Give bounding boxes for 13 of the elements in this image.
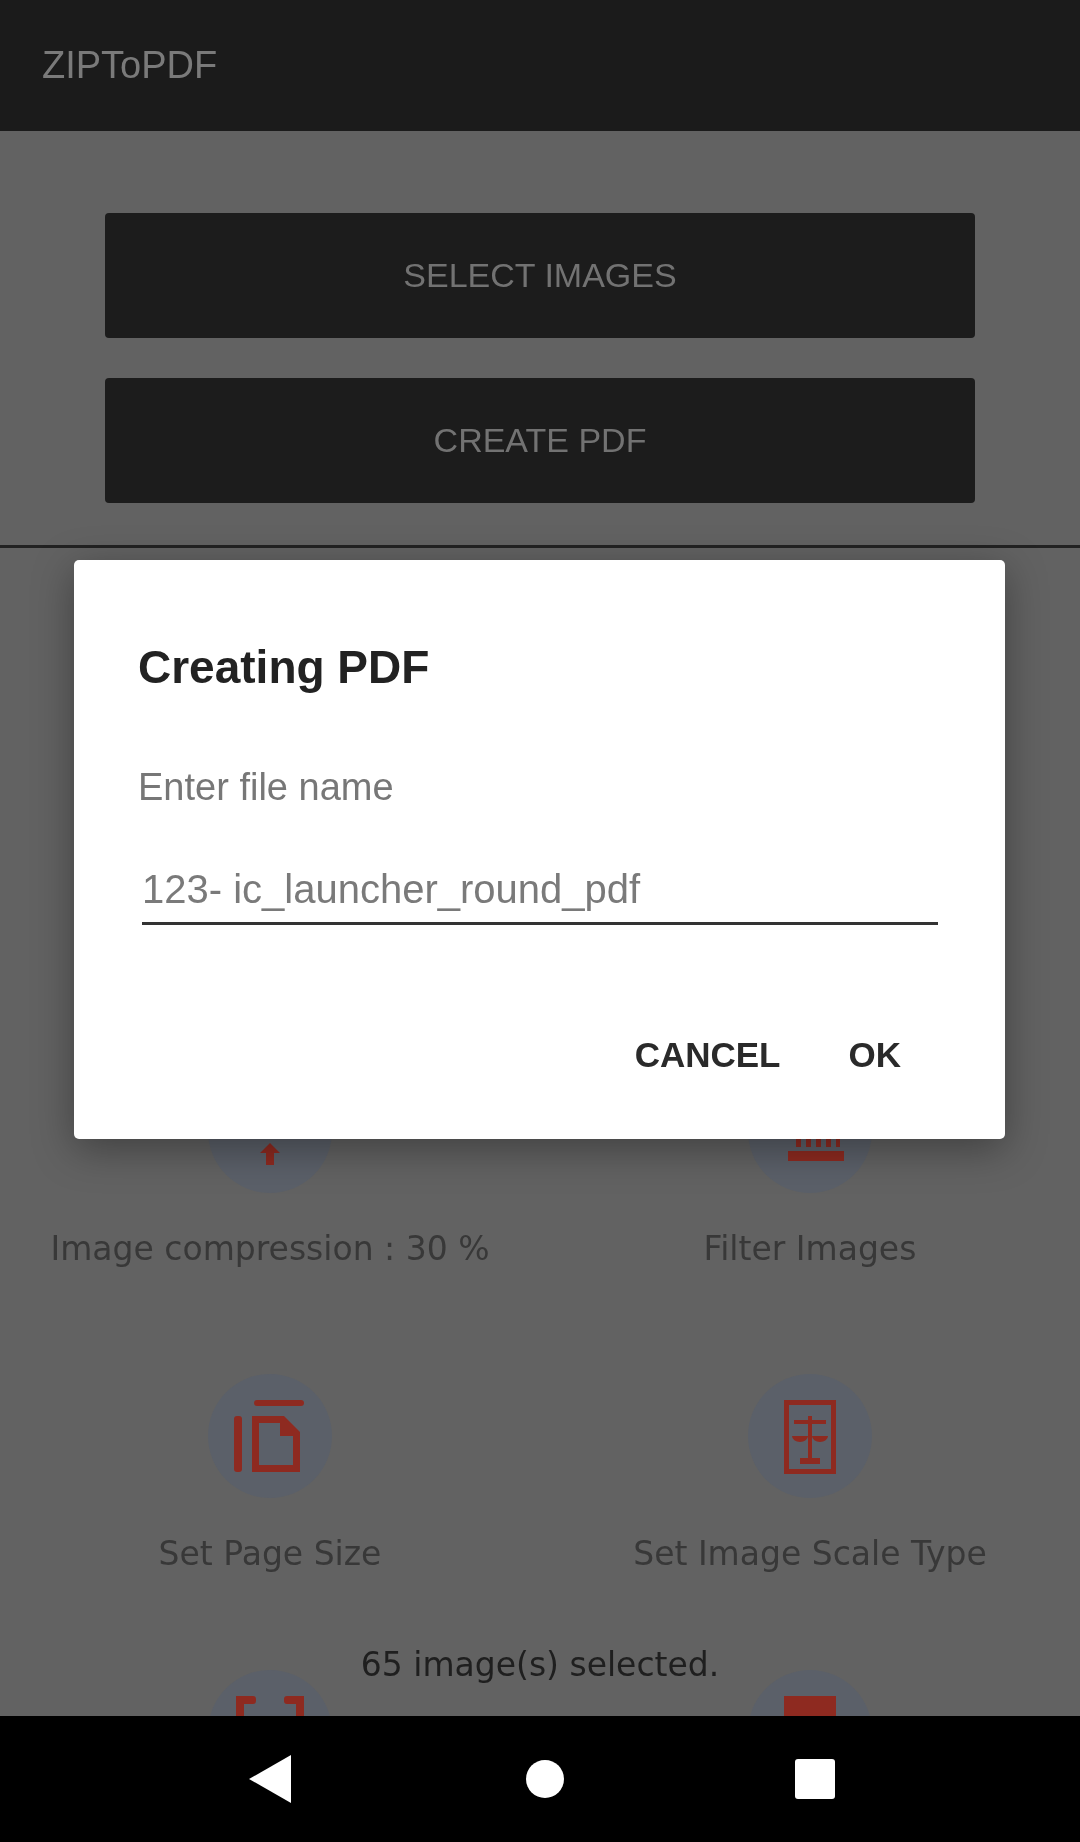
select-images-button[interactable]: SELECT IMAGES (105, 213, 975, 338)
status-text: 65 image(s) selected. (360, 1645, 720, 1684)
create-pdf-button[interactable]: CREATE PDF (105, 378, 975, 503)
document-icon (784, 1696, 836, 1716)
app-title: ZIPToPDF (42, 44, 218, 87)
file-name-field[interactable]: 123- ic_launcher_round_pdf (142, 867, 938, 925)
ok-button[interactable]: OK (824, 1025, 925, 1085)
brackets-icon (236, 1696, 304, 1716)
dialog-title: Creating PDF (138, 640, 431, 694)
field-label: Enter file name (138, 766, 395, 809)
home-icon[interactable] (525, 1759, 565, 1799)
cancel-button[interactable]: CANCEL (610, 1025, 805, 1085)
recents-icon[interactable] (795, 1759, 835, 1799)
